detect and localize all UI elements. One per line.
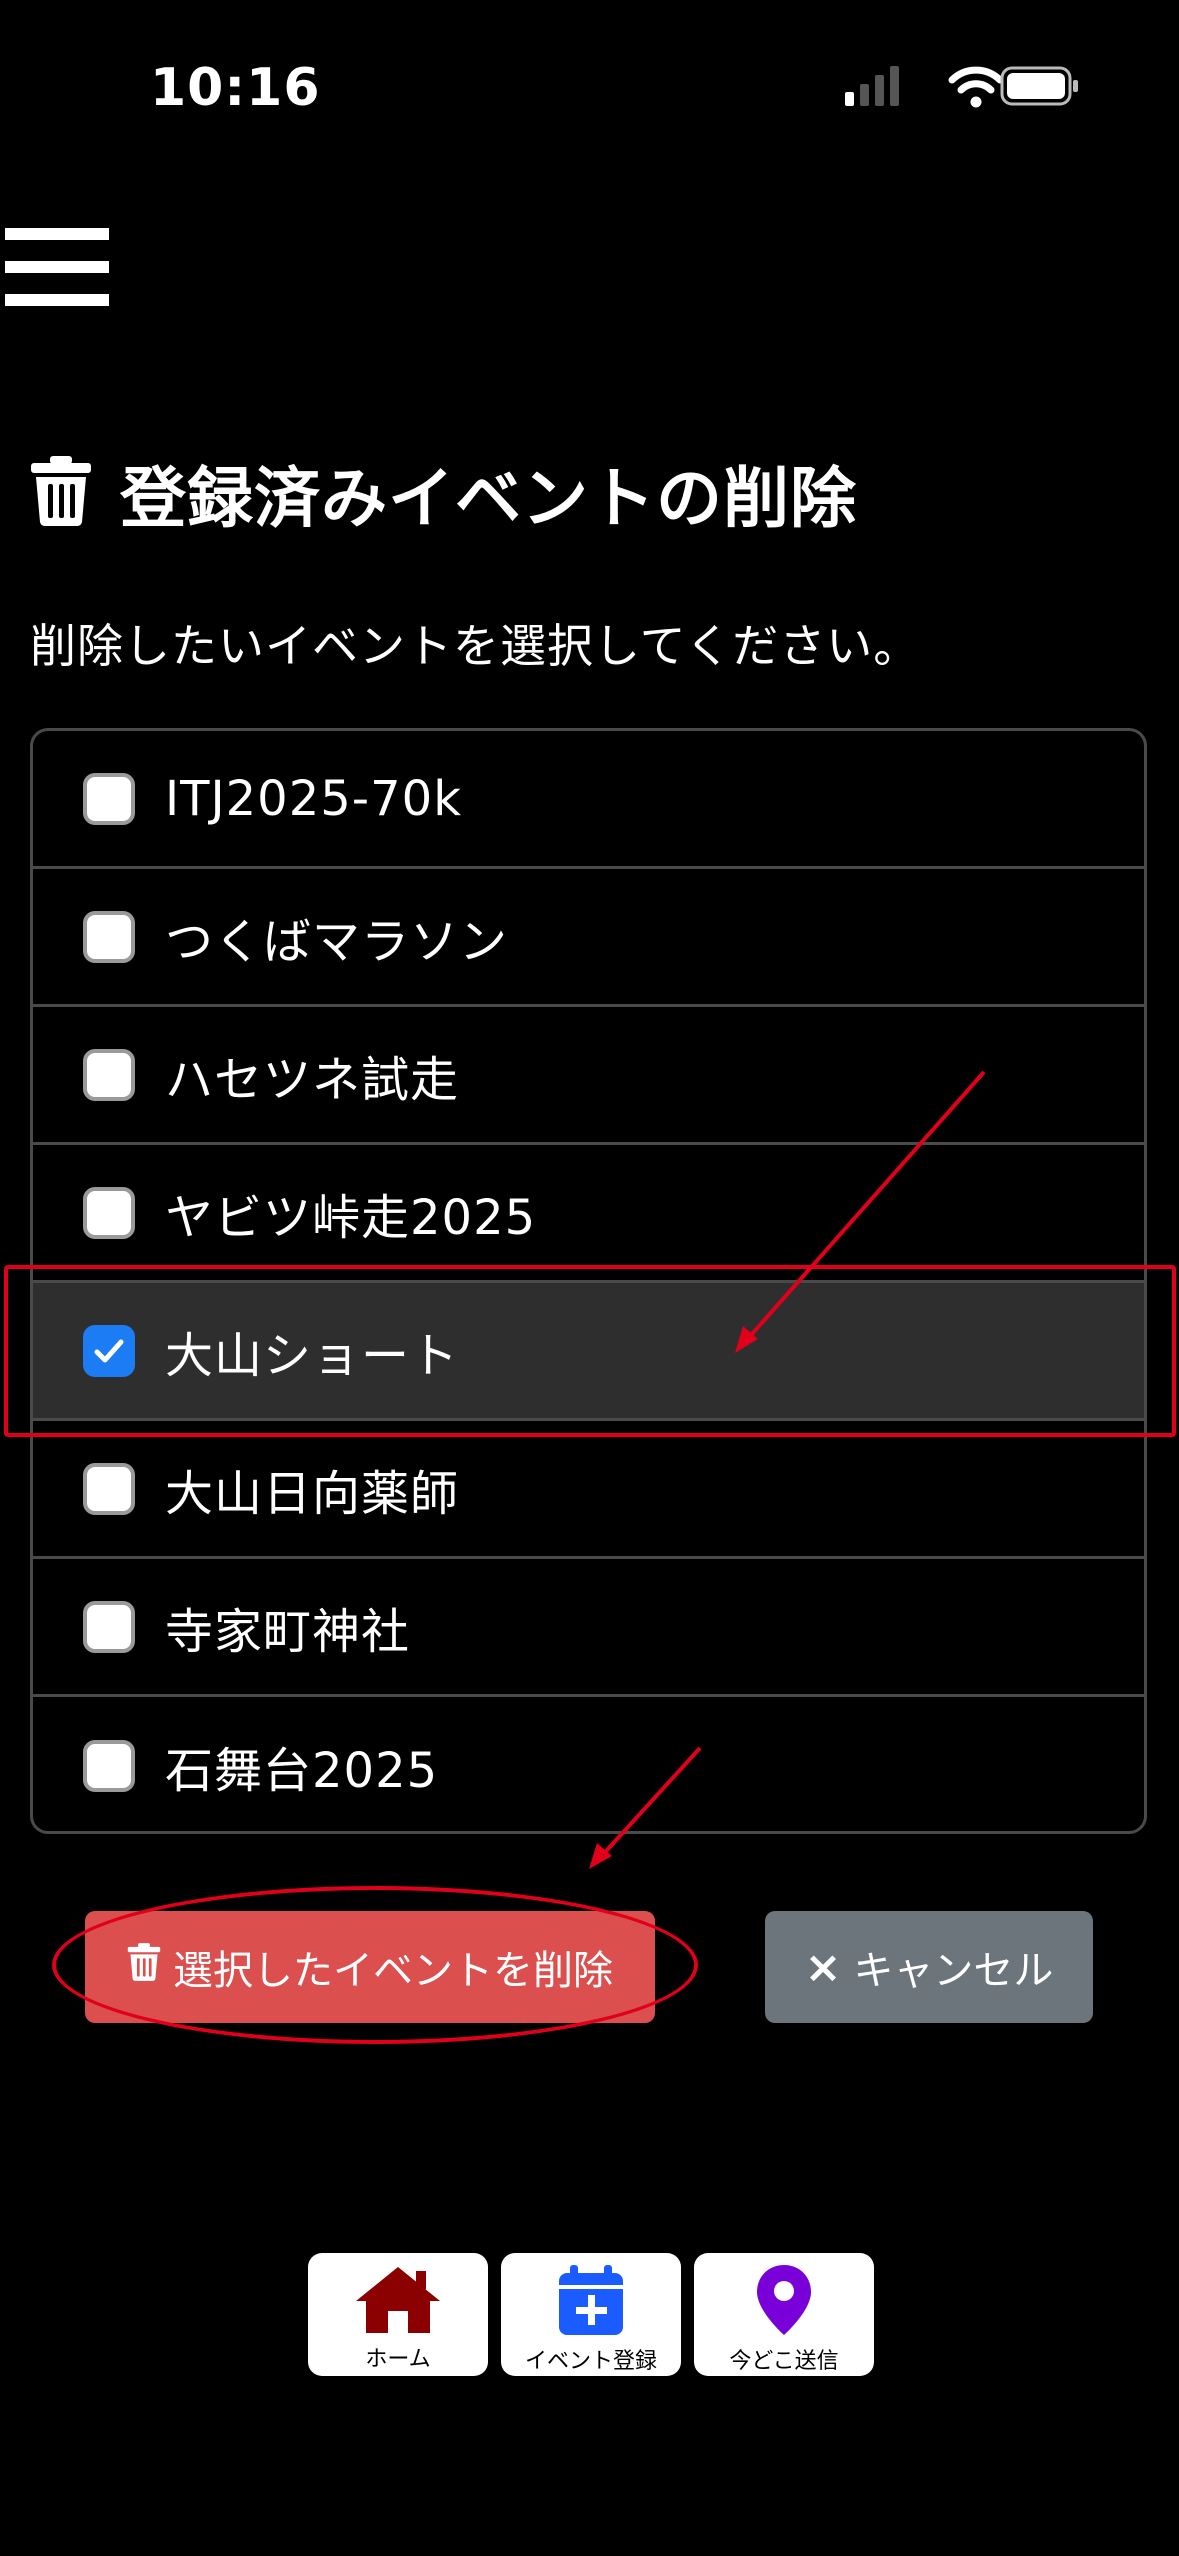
bottom-nav: ホーム イベント登録 今どこ送信: [308, 2253, 874, 2376]
nav-home[interactable]: ホーム: [308, 2253, 488, 2376]
nav-event-register[interactable]: イベント登録: [501, 2253, 681, 2376]
annotation-arrow: [589, 1746, 702, 1869]
home-icon: [354, 2263, 442, 2339]
annotation-arrow: [735, 1070, 986, 1353]
calendar-plus-icon: [556, 2263, 626, 2341]
nav-send-location[interactable]: 今どこ送信: [694, 2253, 874, 2376]
map-pin-icon: [754, 2263, 814, 2341]
annotation-arrows: [589, 1070, 986, 1869]
nav-send-location-label: 今どこ送信: [729, 2349, 839, 2374]
nav-home-label: ホーム: [365, 2347, 431, 2372]
nav-event-register-label: イベント登録: [524, 2349, 657, 2374]
